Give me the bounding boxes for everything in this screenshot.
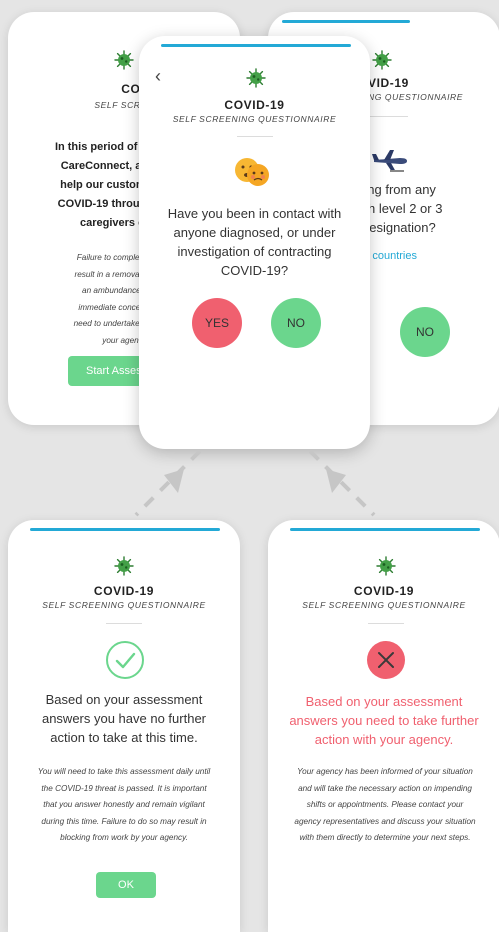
airplane-icon — [372, 150, 407, 172]
covid-title: COVID-19 — [93, 584, 155, 598]
emoji-face-icon — [235, 158, 269, 186]
travel-title: VID-19 — [368, 76, 409, 90]
action-required-card: COVID-19 SELF SCREENING QUESTIONNAIRE Ba… — [268, 520, 499, 932]
divider — [368, 623, 404, 624]
divider — [368, 116, 408, 117]
contact-question: Have you been in contact with anyone dia… — [167, 206, 342, 278]
divider — [106, 623, 142, 624]
virus-icon — [114, 556, 134, 576]
cross-icon — [367, 641, 405, 679]
covid-title: COVID-19 — [353, 584, 415, 598]
questionnaire-subtitle: SELF SCREENING QUESTIONNAIRE — [302, 600, 466, 610]
virus-icon — [114, 50, 134, 70]
no-button[interactable]: NO — [400, 307, 450, 357]
success-message: Based on your assessment answers you hav… — [41, 692, 207, 745]
checkmark-icon — [106, 641, 144, 679]
yes-button[interactable]: YES — [192, 298, 242, 348]
back-chevron-icon[interactable]: ‹ — [155, 66, 161, 87]
connector-arrow-left — [134, 449, 202, 517]
ok-button[interactable]: OK — [96, 872, 156, 898]
accent-bar — [290, 528, 480, 531]
divider — [237, 136, 273, 137]
action-details: Your agency has been informed of your si… — [294, 767, 476, 842]
covid-title: COVID-19 — [224, 98, 285, 112]
action-message: Based on your assessment answers you nee… — [289, 694, 479, 747]
success-details: You will need to take this assessment da… — [37, 767, 211, 842]
virus-icon — [246, 68, 266, 88]
success-result-card: COVID-19 SELF SCREENING QUESTIONNAIRE Ba… — [8, 520, 240, 932]
virus-icon — [372, 50, 392, 70]
contact-question-card: ‹ COVID-19 SELF SCREENING QUESTIONNAIRE … — [139, 36, 370, 449]
travel-subtitle: ING QUESTIONNAIRE — [365, 92, 464, 102]
accent-bar — [30, 528, 220, 531]
no-button[interactable]: NO — [271, 298, 321, 348]
connector-arrow-right — [308, 449, 376, 517]
accent-bar — [282, 20, 410, 23]
questionnaire-subtitle: SELF SCREENING QUESTIONNAIRE — [42, 600, 206, 610]
accent-bar — [161, 44, 351, 47]
questionnaire-subtitle: SELF SCREENING QUESTIONNAIRE — [172, 114, 337, 124]
virus-icon — [376, 556, 396, 576]
